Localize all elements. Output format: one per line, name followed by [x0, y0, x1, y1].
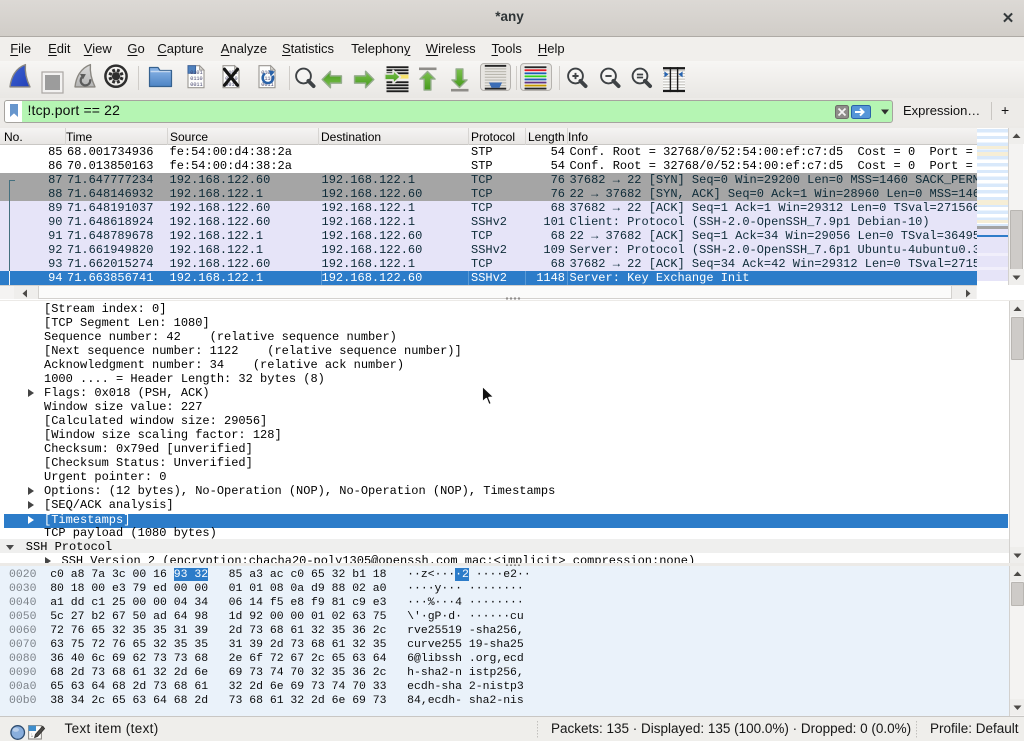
svg-text:0011: 0011	[190, 82, 202, 88]
